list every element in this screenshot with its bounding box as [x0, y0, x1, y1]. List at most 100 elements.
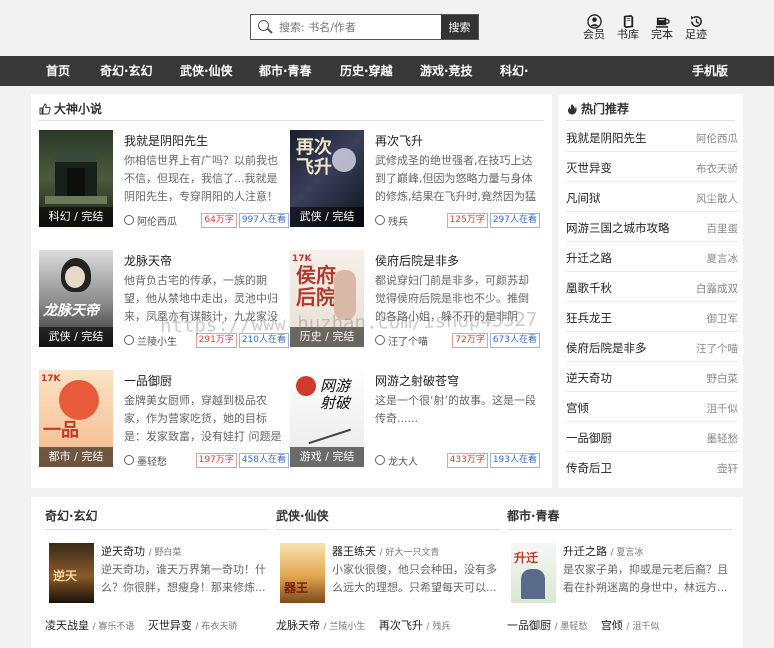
search-input[interactable] — [277, 15, 441, 39]
book-card[interactable]: 17K 一品 都市 / 完结 一品御厨 金牌美女厨师，穿越到极品农家，作为营家吃… — [39, 370, 289, 482]
hot-book-title[interactable]: 凰歌千秋 — [566, 280, 612, 296]
book-author[interactable]: 兰陵小生 — [137, 333, 194, 348]
category-link[interactable]: 宫倾 / 沮千似 — [601, 619, 659, 632]
hot-row[interactable]: 宫倾 沮千似 — [566, 392, 738, 422]
nav-item-home[interactable]: 首页 — [46, 56, 70, 86]
book-author[interactable]: 汪了个喵 — [388, 333, 450, 348]
category-book[interactable]: 逆天奇功 / 野白菜 — [101, 543, 181, 559]
category-link[interactable]: 再次飞升 / 残兵 — [379, 619, 450, 632]
complete-label: 完本 — [651, 28, 673, 41]
word-count-badge: 197万字 — [195, 452, 237, 468]
hot-book-author[interactable]: 白露成双 — [696, 281, 738, 296]
category-link[interactable]: 凌天战皇 / 寡乐不语 — [45, 619, 134, 632]
hot-book-title[interactable]: 灭世异变 — [566, 160, 612, 176]
hot-row[interactable]: 升迁之路 夏言冰 — [566, 242, 738, 272]
hot-book-author[interactable]: 墨轻愁 — [707, 431, 739, 446]
nav-item-fantasy[interactable]: 奇幻·玄幻 — [100, 56, 153, 86]
category-link[interactable]: 灭世异变 / 布衣天骄 — [148, 619, 237, 632]
book-card[interactable]: 再次 飞升 武侠 / 完结 再次飞升 武修成圣的绝世强者,在技巧上达到了巅峰,但因… — [290, 130, 540, 242]
hot-book-author[interactable]: 壶轩 — [717, 461, 738, 476]
category-link[interactable]: 一品御厨 / 墨轻愁 — [507, 619, 587, 632]
hot-row[interactable]: 狂兵龙王 御卫军 — [566, 302, 738, 332]
member-link[interactable]: 会员 — [577, 13, 611, 41]
hot-book-author[interactable]: 布衣天骄 — [696, 161, 738, 176]
hot-row[interactable]: 一品御厨 墨轻愁 — [566, 422, 738, 452]
book-cover[interactable]: 17K 一品 都市 / 完结 — [39, 370, 113, 467]
hot-book-title[interactable]: 侯府后院是非多 — [566, 340, 647, 356]
category-cover[interactable]: 器王 — [280, 543, 325, 603]
category-title[interactable]: 武侠·仙侠 — [276, 507, 329, 524]
nav-item-game[interactable]: 游戏·竞技 — [420, 56, 473, 86]
hot-row[interactable]: 灭世异变 布衣天骄 — [566, 152, 738, 182]
hot-book-title[interactable]: 凡间狱 — [566, 190, 601, 206]
hot-row[interactable]: 凡间狱 风尘散人 — [566, 182, 738, 212]
hot-book-author[interactable]: 阿伦西瓜 — [696, 131, 738, 146]
category-title[interactable]: 都市·青春 — [507, 507, 560, 524]
library-label: 书库 — [617, 28, 639, 41]
book-card[interactable]: 17K 侯府 后院 历史 / 完结 侯府后院是非多 都说穿妇门前是非多，可颜苏却觉… — [290, 250, 540, 362]
book-cover[interactable]: 网游 射破 游戏 / 完结 — [290, 370, 364, 467]
book-icon — [611, 13, 645, 29]
flame-icon — [567, 103, 577, 114]
hot-book-title[interactable]: 逆天奇功 — [566, 370, 612, 386]
category-link[interactable]: 龙脉天帝 / 兰陵小生 — [276, 619, 365, 632]
hot-book-title[interactable]: 网游三国之城市攻略 — [566, 220, 670, 236]
category-desc: 逆天奇功，谁天万界第一奇功！什么？你很胖，想瘦身！那来修炼... — [101, 563, 266, 594]
library-link[interactable]: 书库 — [611, 13, 645, 41]
category-cover[interactable]: 升迁 — [511, 543, 556, 603]
hot-row[interactable]: 逆天奇功 野白菜 — [566, 362, 738, 392]
word-count-badge: 72万字 — [452, 332, 488, 348]
book-title[interactable]: 一品御厨 — [124, 372, 172, 389]
book-title[interactable]: 网游之射破苍穹 — [375, 372, 459, 389]
nav-item-scifi[interactable]: 科幻· — [500, 56, 529, 86]
hot-book-title[interactable]: 一品御厨 — [566, 430, 612, 446]
hot-book-title[interactable]: 升迁之路 — [566, 250, 612, 266]
book-cover[interactable]: 科幻 / 完结 — [39, 130, 113, 227]
nav-item-history[interactable]: 历史·穿越 — [340, 56, 393, 86]
hot-book-author[interactable]: 夏言冰 — [707, 251, 739, 266]
hot-book-author[interactable]: 汪了个喵 — [696, 341, 738, 356]
book-card[interactable]: 网游 射破 游戏 / 完结 网游之射破苍穹 这是一个很‘射’的故事。这是一段传奇.… — [290, 370, 540, 482]
book-cover[interactable]: 17K 侯府 后院 历史 / 完结 — [290, 250, 364, 347]
book-card[interactable]: 龙脉天帝 武侠 / 完结 龙脉天帝 他背负古宅的传承，一族的期望，他从禁地中走出… — [39, 250, 289, 362]
book-title[interactable]: 龙脉天帝 — [124, 252, 172, 269]
hot-book-author[interactable]: 御卫军 — [707, 311, 739, 326]
category-book[interactable]: 升迁之路 / 夏言冰 — [563, 543, 643, 559]
book-author[interactable]: 龙大人 — [388, 453, 445, 468]
book-author[interactable]: 阿伦西瓜 — [137, 213, 199, 228]
nav-item-mobile[interactable]: 手机版 — [692, 56, 728, 86]
hot-book-title[interactable]: 宫倾 — [566, 400, 589, 416]
book-cover[interactable]: 再次 飞升 武侠 / 完结 — [290, 130, 364, 227]
hot-book-title[interactable]: 我就是阴阳先生 — [566, 130, 647, 146]
book-author[interactable]: 墨轻愁 — [137, 453, 194, 468]
hot-row[interactable]: 网游三国之城市攻略 百里蛋 — [566, 212, 738, 242]
category-cover[interactable]: 逆天 — [49, 543, 94, 603]
nav-item-wuxia[interactable]: 武侠·仙侠 — [180, 56, 233, 86]
complete-link[interactable]: 完本 — [645, 13, 679, 41]
book-card[interactable]: 科幻 / 完结 我就是阴阳先生 你相信世界上有广吗？以前我也不信，但现在，我信了… — [39, 130, 289, 242]
hot-book-author[interactable]: 百里蛋 — [707, 221, 739, 236]
book-author[interactable]: 残兵 — [388, 213, 445, 228]
search-button[interactable]: 搜索 — [441, 15, 478, 39]
nav-item-urban[interactable]: 都市·青春 — [259, 56, 312, 86]
author-icon — [375, 455, 385, 465]
hot-row[interactable]: 我就是阴阳先生 阿伦西瓜 — [566, 122, 738, 152]
hot-book-author[interactable]: 沮千似 — [707, 401, 739, 416]
category-title[interactable]: 奇幻·玄幻 — [45, 507, 98, 524]
readers-badge: 297人在看 — [489, 212, 540, 228]
book-title[interactable]: 我就是阴阳先生 — [124, 132, 208, 149]
hot-book-title[interactable]: 传奇后卫 — [566, 460, 612, 476]
hot-book-author[interactable]: 野白菜 — [707, 371, 739, 386]
category-book[interactable]: 器王练天 / 好大一只文青 — [332, 543, 439, 559]
book-title[interactable]: 侯府后院是非多 — [375, 252, 459, 269]
history-link[interactable]: 足迹 — [679, 13, 713, 41]
hot-row[interactable]: 凰歌千秋 白露成双 — [566, 272, 738, 302]
word-count-badge: 64万字 — [201, 212, 237, 228]
hot-book-title[interactable]: 狂兵龙王 — [566, 310, 612, 326]
hot-book-author[interactable]: 风尘散人 — [696, 191, 738, 206]
hot-row[interactable]: 传奇后卫 壶轩 — [566, 452, 738, 482]
hot-row[interactable]: 侯府后院是非多 汪了个喵 — [566, 332, 738, 362]
category-links: 一品御厨 / 墨轻愁 宫倾 / 沮千似 — [507, 617, 659, 633]
book-title[interactable]: 再次飞升 — [375, 132, 423, 149]
book-cover[interactable]: 龙脉天帝 武侠 / 完结 — [39, 250, 113, 347]
